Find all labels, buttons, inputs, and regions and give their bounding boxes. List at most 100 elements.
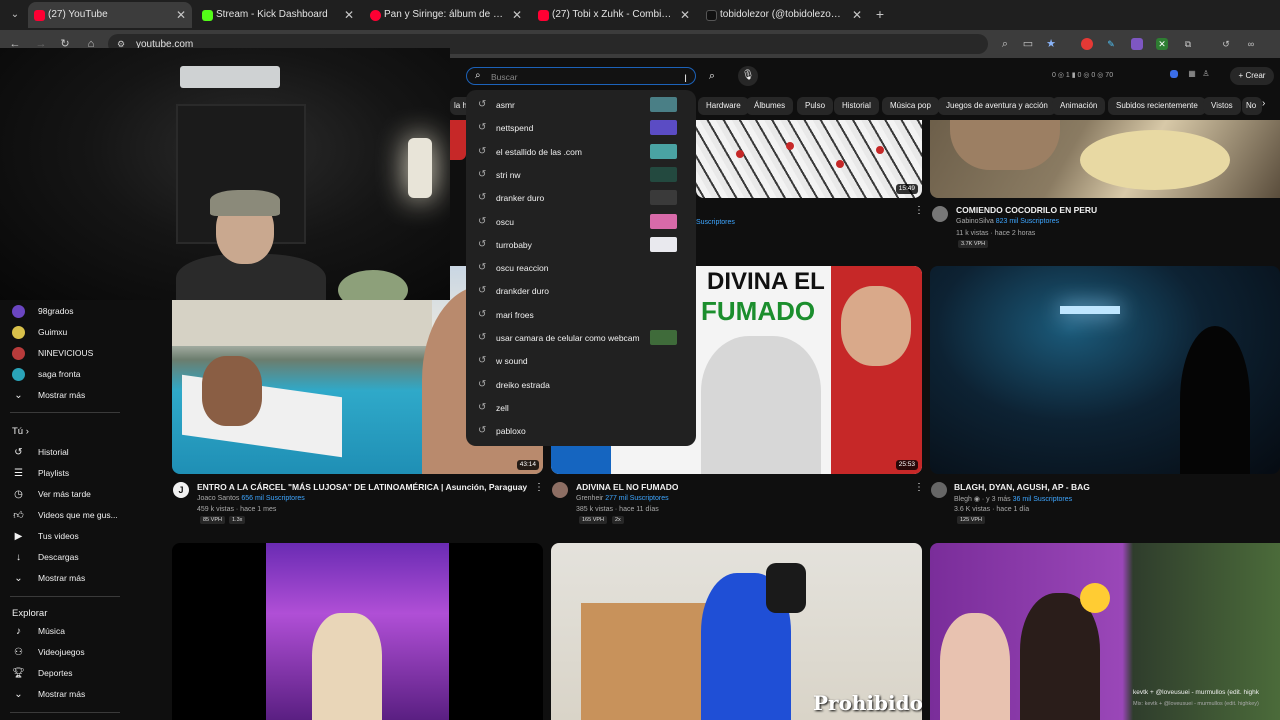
more-options-icon[interactable]: ⋮ (914, 205, 924, 216)
chip-more[interactable]: No (1242, 97, 1262, 115)
video-channel[interactable]: GabinoSilva 823 mil Suscriptores (956, 218, 1059, 225)
search-suggestion[interactable]: ↺ usar camara de celular como webcam (466, 326, 696, 349)
chip-subidos[interactable]: Subidos recientemente (1108, 97, 1206, 115)
account-icon[interactable]: ♙ (1200, 68, 1212, 80)
sidebar-item-your-videos[interactable]: ▶ Tus videos (0, 527, 160, 547)
search-suggestion[interactable]: ↺ asmr (466, 93, 696, 116)
extension-icon[interactable] (1170, 70, 1178, 78)
close-tab-icon[interactable]: ✕ (512, 2, 522, 28)
close-tab-icon[interactable]: ✕ (344, 2, 354, 28)
video-thumbnail[interactable]: Prohibido (551, 543, 922, 720)
sidebar-item-playlists[interactable]: ☰ Playlists (0, 464, 160, 484)
search-suggestion[interactable]: ↺ nettspend (466, 116, 696, 139)
sidebar-item-historial[interactable]: ↺ Historial (0, 443, 160, 463)
video-channel[interactable]: Grenheir 277 mil Suscriptores (576, 495, 669, 502)
create-button[interactable]: + Crear (1230, 67, 1274, 85)
record-extension-icon[interactable] (1081, 38, 1093, 50)
extension-icon[interactable]: ✕ (1156, 38, 1168, 50)
close-tab-icon[interactable]: ✕ (852, 2, 862, 28)
search-input[interactable] (491, 70, 681, 83)
chip-juegos[interactable]: Juegos de aventura y acción (938, 97, 1056, 115)
close-tab-icon[interactable]: ✕ (176, 2, 186, 28)
suggestion-thumbnail[interactable] (650, 213, 677, 229)
link-icon[interactable]: ∞ (1245, 38, 1257, 50)
video-channel[interactable]: Joaco Santos 656 mil Suscriptores (197, 495, 305, 502)
search-suggestion[interactable]: ↺ dreiko estrada (466, 373, 696, 396)
search-suggestion[interactable]: ↺ el estallido de las .com (466, 140, 696, 163)
tab-search-chevron-icon[interactable]: ⌄ (8, 8, 22, 22)
chip-hardware[interactable]: Hardware (698, 97, 749, 115)
search-suggestion[interactable]: ↺ w sound (466, 349, 696, 372)
more-options-icon[interactable]: ⋮ (534, 482, 544, 493)
more-options-icon[interactable]: ⋮ (914, 482, 924, 493)
search-suggestion[interactable]: ↺ oscu reaccion (466, 256, 696, 279)
video-title[interactable]: ADIVINA EL NO FUMADO (576, 482, 678, 492)
video-thumbnail[interactable] (450, 120, 466, 160)
sidebar-show-more-subs[interactable]: ⌄ Mostrar más (0, 386, 160, 406)
video-thumbnail[interactable] (930, 266, 1280, 474)
suggestion-thumbnail[interactable] (650, 120, 677, 136)
sidebar-item-videojuegos[interactable]: ⚇ Videojuegos (0, 643, 160, 663)
sidebar-item-deportes[interactable]: 🏆︎ Deportes (0, 664, 160, 684)
sidebar-item-liked[interactable]: 👍︎ Videos que me gus... (0, 506, 160, 526)
tab-album[interactable]: Pan y Siringe: álbum de dreiko ✕ (364, 2, 528, 28)
chip-vistos[interactable]: Vistos (1203, 97, 1241, 115)
search-suggestion[interactable]: ↺ dranker duro (466, 186, 696, 209)
sidebar-item-98grados[interactable]: 98grados (0, 302, 160, 322)
channel-avatar[interactable] (931, 482, 947, 498)
video-channel[interactable]: Blegh ◉ · y 3 más 36 mil Suscriptores (954, 495, 1072, 503)
bookmark-star-icon[interactable]: ★ (1044, 37, 1058, 51)
channel-avatar[interactable] (552, 482, 568, 498)
sidebar-item-downloads[interactable]: ↓ Descargas (0, 548, 160, 568)
chip-musica-pop[interactable]: Música pop (882, 97, 939, 115)
suggestion-thumbnail[interactable] (650, 236, 677, 252)
chip-animacion[interactable]: Animación (1052, 97, 1106, 115)
search-suggestion[interactable]: ↺ mari froes (466, 303, 696, 326)
cast-icon[interactable]: ▭ (1021, 37, 1035, 51)
channel-avatar[interactable]: J (173, 482, 189, 498)
suggestion-thumbnail[interactable] (650, 143, 677, 159)
suggestion-thumbnail[interactable] (650, 330, 677, 345)
chip-pulso[interactable]: Pulso (797, 97, 834, 115)
voice-search-icon[interactable]: 🎙 (738, 66, 758, 86)
video-title[interactable]: COMIENDO COCODRILO EN PERU (956, 205, 1097, 215)
search-suggestion[interactable]: ↺ drankder duro (466, 279, 696, 302)
sidebar-you-heading[interactable]: Tú › (12, 426, 29, 437)
search-suggestion[interactable]: ↺ zell (466, 396, 696, 419)
tab-tobi-zuhk[interactable]: (27) Tobi x Zuhk - Combinamo ✕ (532, 2, 696, 28)
search-suggestion[interactable]: ↺ oscu (466, 210, 696, 233)
sidebar-show-more-you[interactable]: ⌄ Mostrar más (0, 569, 160, 589)
extension-icon[interactable] (1131, 38, 1143, 50)
chevron-right-icon[interactable]: › (1262, 98, 1265, 109)
tab-tiktok[interactable]: tobidolezor (@tobidolezor) | Ti ✕ (700, 2, 868, 28)
grid-icon[interactable]: ▦ (1186, 68, 1198, 80)
tab-youtube[interactable]: (27) YouTube ✕ (28, 2, 192, 28)
tab-kick-dashboard[interactable]: Stream - Kick Dashboard ✕ (196, 2, 360, 28)
chip-historial[interactable]: Historial (834, 97, 879, 115)
sidebar-item-musica[interactable]: ♪ Música (0, 622, 160, 642)
search-suggestion[interactable]: ↺ stri nw (466, 163, 696, 186)
video-thumbnail[interactable]: kevtk + @loveusuei - murmullos (edit. hi… (930, 543, 1280, 720)
search-box[interactable]: ⌕ (466, 67, 696, 85)
close-tab-icon[interactable]: ✕ (680, 2, 690, 28)
sidebar-item-guimxu[interactable]: Guimxu (0, 323, 160, 343)
search-suggestion[interactable]: ↺ pabloxo (466, 419, 696, 442)
sidebar-show-more-explore[interactable]: ⌄ Mostrar más (0, 685, 160, 705)
video-thumbnail[interactable]: 15:49 (696, 120, 922, 198)
new-tab-button[interactable]: + (872, 6, 888, 22)
extension-icon[interactable]: ✎ (1105, 38, 1117, 50)
sidebar-item-saga-fronta[interactable]: saga fronta (0, 365, 160, 385)
history-icon[interactable]: ↺ (1220, 38, 1232, 50)
suggestion-thumbnail[interactable] (650, 166, 677, 182)
sidebar-item-watch-later[interactable]: ◷ Ver más tarde (0, 485, 160, 505)
suggestion-thumbnail[interactable] (650, 190, 677, 206)
video-title[interactable]: BLAGH, DYAN, AGUSH, AP - BAG (954, 482, 1090, 492)
video-thumbnail[interactable] (172, 543, 543, 720)
extensions-puzzle-icon[interactable]: ⧉ (1182, 38, 1194, 50)
channel-avatar[interactable] (932, 206, 948, 222)
video-thumbnail[interactable] (930, 120, 1280, 198)
search-suggestion[interactable]: ↺ turrobaby (466, 233, 696, 256)
search-button[interactable]: ⌕ (701, 67, 723, 85)
suggestion-thumbnail[interactable] (650, 97, 677, 112)
chip-albumes[interactable]: Álbumes (746, 97, 794, 115)
